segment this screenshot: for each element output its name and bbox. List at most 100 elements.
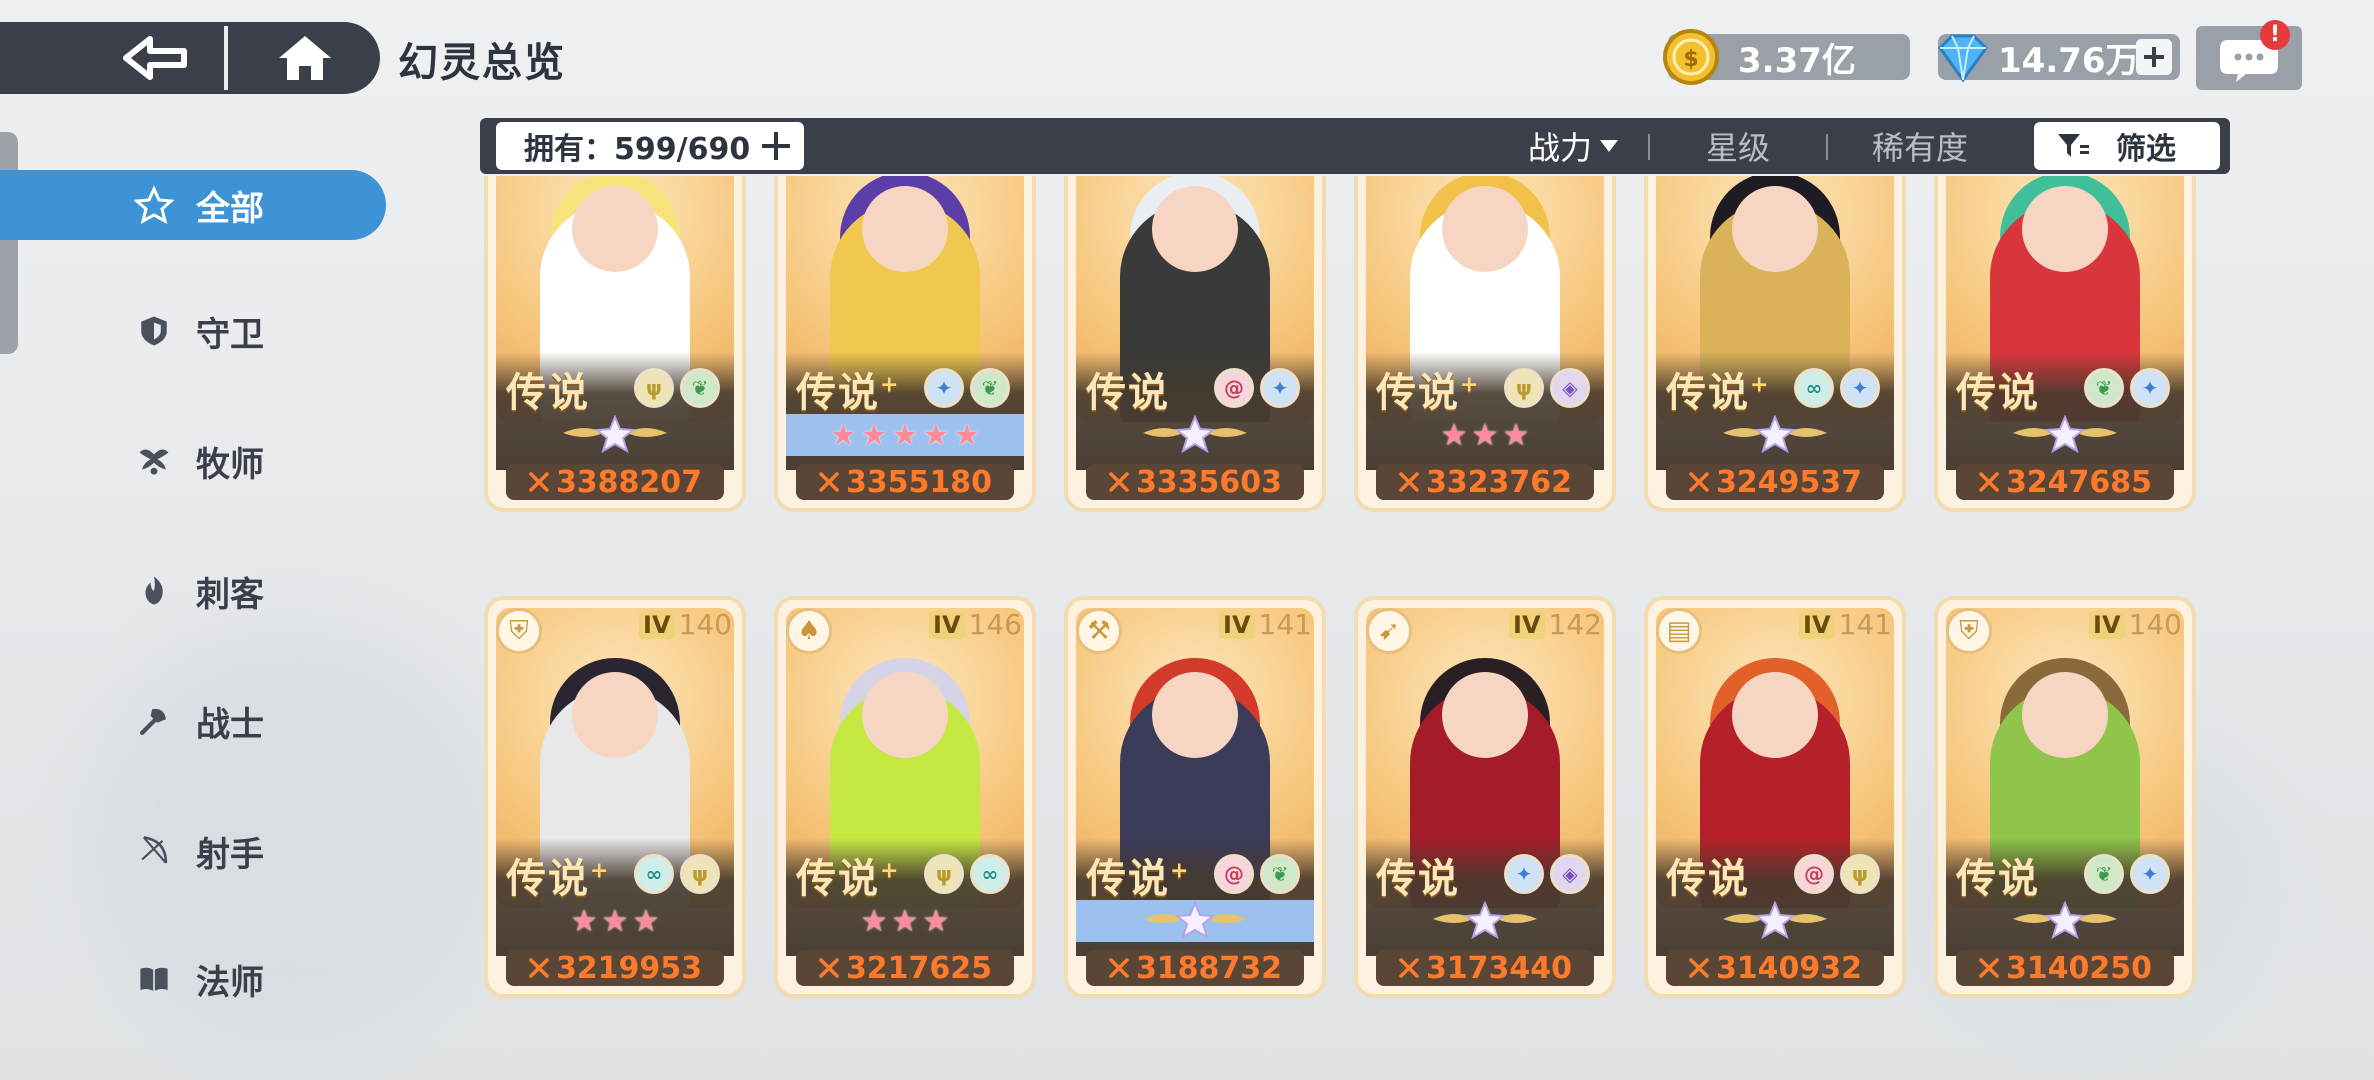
diamond-currency[interactable]: 14.76万 xyxy=(1938,34,2180,83)
character-card[interactable]: ▤IV141传说❦✦3247685 xyxy=(1934,176,2196,512)
tier-badge: IV xyxy=(929,610,965,639)
sidebar-item-label: 战士 xyxy=(196,704,264,745)
wind-element-icon: ψ xyxy=(680,854,720,894)
level-number: 142 xyxy=(1548,608,1602,641)
back-arrow-icon xyxy=(123,36,187,80)
filter-button[interactable]: 筛选 xyxy=(2034,122,2220,170)
power-value: 3335603 xyxy=(1135,464,1283,500)
crossed-swords-icon xyxy=(1109,958,1129,978)
combat-power: 3247685 xyxy=(1956,464,2174,500)
star-row xyxy=(1946,414,2184,456)
character-card[interactable]: ▤IV141传说+∞✦3249537 xyxy=(1644,176,1906,512)
rarity-text: 传说 xyxy=(1956,370,2040,416)
winged-star-icon xyxy=(2013,901,2117,940)
gold-currency[interactable]: $ 3.37亿 xyxy=(1663,29,1910,85)
archer-class-icon: ➹ xyxy=(1366,608,1412,654)
tier-badge: IV xyxy=(1509,610,1545,639)
rarity-label: 传说+ xyxy=(796,360,900,418)
sort-by-rarity[interactable]: 稀有度 xyxy=(1872,118,1968,174)
nature-element-icon: ❦ xyxy=(2084,854,2124,894)
rarity-label: 传说 xyxy=(506,360,590,418)
sidebar-item-label: 射手 xyxy=(196,834,264,875)
star-icon: ★ xyxy=(1502,417,1530,453)
winged-star-icon xyxy=(1723,901,1827,940)
character-card[interactable]: ♠IV146传说@✦3335603 xyxy=(1064,176,1326,512)
sidebar-item-0[interactable]: 全部 xyxy=(0,170,386,240)
sidebar-item-label: 牧师 xyxy=(196,444,264,485)
winged-star-icon xyxy=(1143,901,1247,940)
character-card[interactable]: ⛨ IV 140 传说+ ∞ ψ ★ ★ ★ 3219953 xyxy=(484,596,746,998)
svg-text:$: $ xyxy=(1683,47,1698,72)
add-diamonds-button[interactable] xyxy=(2136,39,2172,75)
winged-star-icon xyxy=(1723,415,1827,454)
separator xyxy=(1648,134,1650,160)
combat-power: 3140932 xyxy=(1666,950,1884,986)
power-value: 3140250 xyxy=(2005,950,2153,986)
rarity-text: 传说 xyxy=(506,856,590,902)
rarity-text: 传说 xyxy=(1956,856,2040,902)
sidebar-item-4[interactable]: 战士 xyxy=(0,686,386,756)
nature-element-icon: ❦ xyxy=(1260,854,1300,894)
sidebar-item-3[interactable]: 刺客 xyxy=(0,556,386,626)
plus-mark: + xyxy=(880,372,901,398)
wind-element-icon: ψ xyxy=(924,854,964,894)
priest-wings-icon xyxy=(134,441,174,481)
tier-badge: IV xyxy=(1219,610,1255,639)
bow-icon xyxy=(134,831,174,871)
power-value: 3140932 xyxy=(1715,950,1863,986)
character-card[interactable]: ➹ IV 142 传说 ✦ ◈ 3173440 xyxy=(1354,596,1616,998)
assassin-flame-icon xyxy=(134,571,174,611)
rarity-text: 传说 xyxy=(1666,856,1750,902)
notification-badge: ! xyxy=(2260,20,2290,50)
sidebar-item-label: 法师 xyxy=(196,962,264,1003)
back-button[interactable] xyxy=(100,22,210,94)
winged-star-icon xyxy=(1433,901,1537,940)
top-nav-bar xyxy=(0,22,380,94)
plus-mark: + xyxy=(590,858,611,884)
star-row xyxy=(1656,414,1894,456)
rarity-label: 传说 xyxy=(1956,360,2040,418)
star-icon: ★ xyxy=(829,417,857,453)
level-number: 140 xyxy=(2128,608,2182,641)
sort-by-star[interactable]: 星级 xyxy=(1706,118,1770,174)
sort-by-power[interactable]: 战力 xyxy=(1528,118,1620,174)
home-button[interactable] xyxy=(250,22,360,94)
power-value: 3355180 xyxy=(845,464,993,500)
rarity-text: 传说 xyxy=(506,370,590,416)
character-card[interactable]: ⚒ IV 141 传说+ @ ❦ 3188732 xyxy=(1064,596,1326,998)
character-grid[interactable]: ⛨IV140传说ψ❦3388207⚒IV141传说+✦❦★★★★★3355180… xyxy=(470,176,2230,1076)
star-icon: ★ xyxy=(860,417,888,453)
sidebar-item-1[interactable]: 守卫 xyxy=(0,296,386,366)
crossed-swords-icon xyxy=(819,472,839,492)
star-icon: ★ xyxy=(570,903,598,939)
character-card[interactable]: ⚒IV141传说+✦❦★★★★★3355180 xyxy=(774,176,1036,512)
plus-mark: + xyxy=(880,858,901,884)
character-card[interactable]: ⛨IV140传说+ψ◈★★★3323762 xyxy=(1354,176,1616,512)
tier-level: IV 146 xyxy=(929,608,1022,641)
owned-count[interactable]: 拥有：599/690 xyxy=(496,122,804,170)
guardian-class-icon: ⛨ xyxy=(1946,608,1992,654)
rarity-label: 传说 xyxy=(1376,846,1460,904)
rarity-label: 传说+ xyxy=(1666,360,1770,418)
expand-icon xyxy=(762,132,790,160)
star-icon: ★ xyxy=(601,903,629,939)
ice-element-icon: ✦ xyxy=(1840,368,1880,408)
star-icon: ★ xyxy=(632,903,660,939)
crossed-swords-icon xyxy=(1399,472,1419,492)
character-card[interactable]: ⛨IV140传说ψ❦3388207 xyxy=(484,176,746,512)
sidebar-item-6[interactable]: 法师 xyxy=(0,944,386,1014)
tier-level: IV 140 xyxy=(2089,608,2182,641)
sidebar-item-5[interactable]: 射手 xyxy=(0,816,386,886)
sort-down-icon xyxy=(1600,140,1619,152)
character-card[interactable]: ♠ IV 146 传说+ ψ ∞ ★ ★ ★ 3217625 xyxy=(774,596,1036,998)
sidebar-item-label: 守卫 xyxy=(196,314,264,355)
sidebar-item-2[interactable]: 牧师 xyxy=(0,426,386,496)
star-row xyxy=(1656,900,1894,942)
character-card[interactable]: ⛨ IV 140 传说 ❦ ✦ 3140250 xyxy=(1934,596,2196,998)
nature-element-icon: ❦ xyxy=(680,368,720,408)
combat-power: 3355180 xyxy=(796,464,1014,500)
character-card[interactable]: ▤ IV 141 传说 @ ψ 3140932 xyxy=(1644,596,1906,998)
power-value: 3219953 xyxy=(555,950,703,986)
filter-label: 筛选 xyxy=(2116,132,2176,167)
assassin-class-icon: ♠ xyxy=(786,608,832,654)
